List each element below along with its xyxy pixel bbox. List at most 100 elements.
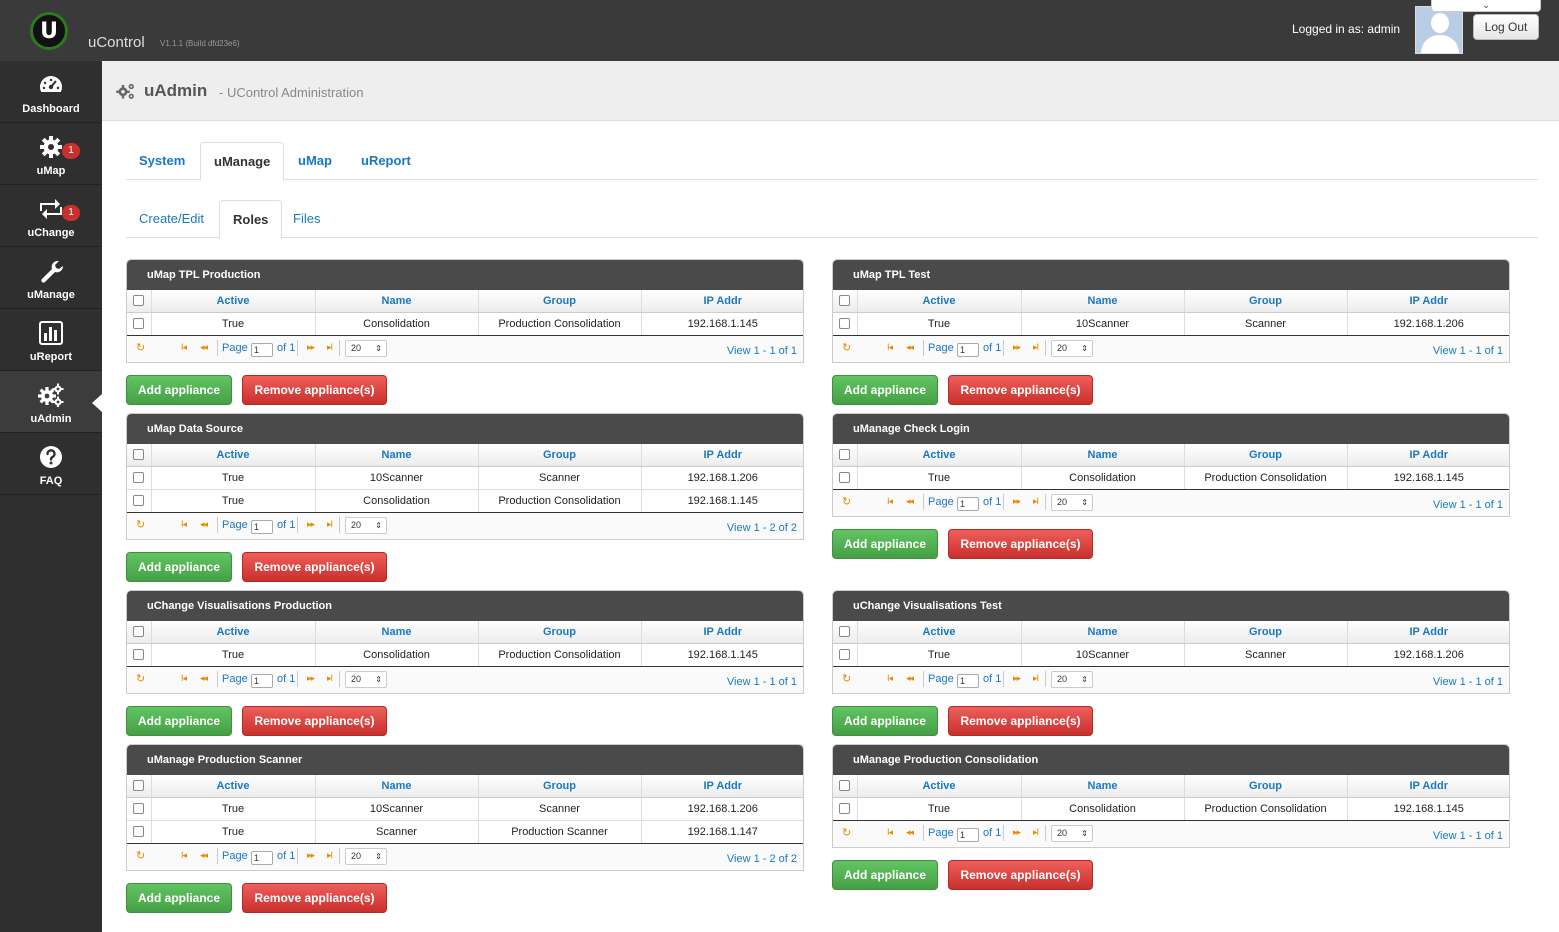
- table-row[interactable]: True Scanner Production Scanner 192.168.1.1…: [127, 820, 803, 844]
- add-appliance-button[interactable]: Add appliance: [126, 375, 232, 405]
- column-header[interactable]: IP Addr: [641, 444, 803, 467]
- remove-appliance-button[interactable]: Remove appliance(s): [242, 375, 387, 405]
- column-header[interactable]: IP Addr: [1347, 621, 1509, 644]
- refresh-icon[interactable]: ↻: [136, 518, 145, 531]
- table-row[interactable]: True 10Scanner Scanner 192.168.1.206: [833, 312, 1509, 336]
- tab-create-edit[interactable]: Create/Edit: [126, 200, 217, 238]
- user-avatar[interactable]: [1415, 6, 1463, 54]
- remove-appliance-button[interactable]: Remove appliance(s): [948, 529, 1093, 559]
- refresh-icon[interactable]: ↻: [136, 341, 145, 354]
- sidebar-item-uadmin[interactable]: uAdmin: [0, 371, 102, 433]
- table-row[interactable]: True Consolidation Production Consolidatio…: [833, 797, 1509, 821]
- add-appliance-button[interactable]: Add appliance: [832, 706, 938, 736]
- rows-per-page-select[interactable]: 20 ⇕: [345, 339, 387, 357]
- next-page-icon[interactable]: ▸▸: [1013, 673, 1021, 684]
- logout-button[interactable]: Log Out: [1473, 14, 1539, 40]
- column-header[interactable]: Name: [315, 290, 479, 313]
- first-page-icon[interactable]: I◂: [181, 519, 187, 530]
- column-header[interactable]: Active: [151, 444, 316, 467]
- prev-page-icon[interactable]: ◂◂: [906, 827, 914, 838]
- sidebar-item-ureport[interactable]: uReport: [0, 309, 102, 371]
- row-checkbox[interactable]: [839, 472, 851, 484]
- add-appliance-button[interactable]: Add appliance: [126, 883, 232, 913]
- prev-page-icon[interactable]: ◂◂: [906, 342, 914, 353]
- column-header[interactable]: Group: [1184, 290, 1348, 313]
- select-all-checkbox[interactable]: [839, 449, 851, 461]
- add-appliance-button[interactable]: Add appliance: [126, 706, 232, 736]
- rows-per-page-select[interactable]: 20 ⇕: [1051, 824, 1093, 842]
- select-all-checkbox[interactable]: [839, 295, 851, 307]
- rows-per-page-select[interactable]: 20 ⇕: [1051, 493, 1093, 511]
- last-page-icon[interactable]: ▸I: [1033, 827, 1039, 838]
- prev-page-icon[interactable]: ◂◂: [200, 342, 208, 353]
- tab-system[interactable]: System: [126, 142, 198, 180]
- column-header[interactable]: Name: [1021, 775, 1185, 798]
- table-row[interactable]: True 10Scanner Scanner 192.168.1.206: [127, 797, 803, 821]
- row-checkbox[interactable]: [133, 472, 145, 484]
- column-header[interactable]: IP Addr: [641, 621, 803, 644]
- column-header[interactable]: Group: [1184, 444, 1348, 467]
- first-page-icon[interactable]: I◂: [181, 673, 187, 684]
- column-header[interactable]: Group: [478, 621, 642, 644]
- next-page-icon[interactable]: ▸▸: [307, 850, 315, 861]
- rows-per-page-select[interactable]: 20 ⇕: [345, 847, 387, 865]
- select-all-checkbox[interactable]: [839, 780, 851, 792]
- page-input[interactable]: 1: [957, 342, 979, 357]
- column-header[interactable]: Active: [857, 775, 1022, 798]
- prev-page-icon[interactable]: ◂◂: [906, 673, 914, 684]
- add-appliance-button[interactable]: Add appliance: [126, 552, 232, 582]
- page-input[interactable]: 1: [251, 673, 273, 688]
- column-header[interactable]: IP Addr: [641, 775, 803, 798]
- column-header[interactable]: Group: [478, 775, 642, 798]
- row-checkbox[interactable]: [133, 803, 145, 815]
- tab-umanage[interactable]: uManage: [200, 142, 285, 181]
- remove-appliance-button[interactable]: Remove appliance(s): [948, 375, 1093, 405]
- select-all-checkbox[interactable]: [839, 626, 851, 638]
- column-header[interactable]: Name: [315, 621, 479, 644]
- ucontrol-logo[interactable]: U: [30, 12, 68, 50]
- next-page-icon[interactable]: ▸▸: [1013, 496, 1021, 507]
- last-page-icon[interactable]: ▸I: [327, 850, 333, 861]
- last-page-icon[interactable]: ▸I: [1033, 342, 1039, 353]
- sidebar-item-umanage[interactable]: uManage: [0, 247, 102, 309]
- last-page-icon[interactable]: ▸I: [1033, 496, 1039, 507]
- column-header[interactable]: Name: [315, 775, 479, 798]
- column-header[interactable]: IP Addr: [1347, 775, 1509, 798]
- column-header[interactable]: Active: [857, 290, 1022, 313]
- sidebar-item-uchange[interactable]: 1 uChange: [0, 185, 102, 247]
- page-input[interactable]: 1: [957, 673, 979, 688]
- tab-ureport[interactable]: uReport: [348, 142, 424, 180]
- first-page-icon[interactable]: I◂: [887, 827, 893, 838]
- page-input[interactable]: 1: [251, 342, 273, 357]
- column-header[interactable]: Active: [151, 621, 316, 644]
- rows-per-page-select[interactable]: 20 ⇕: [1051, 670, 1093, 688]
- last-page-icon[interactable]: ▸I: [1033, 673, 1039, 684]
- column-header[interactable]: Group: [1184, 775, 1348, 798]
- remove-appliance-button[interactable]: Remove appliance(s): [948, 860, 1093, 890]
- row-checkbox[interactable]: [133, 826, 145, 838]
- page-input[interactable]: 1: [957, 496, 979, 511]
- rows-per-page-select[interactable]: 20 ⇕: [345, 516, 387, 534]
- first-page-icon[interactable]: I◂: [887, 342, 893, 353]
- column-header[interactable]: Active: [857, 621, 1022, 644]
- add-appliance-button[interactable]: Add appliance: [832, 375, 938, 405]
- first-page-icon[interactable]: I◂: [887, 673, 893, 684]
- sidebar-item-umap[interactable]: 1 uMap: [0, 123, 102, 185]
- tab-files[interactable]: Files: [280, 200, 333, 238]
- sidebar-item-faq[interactable]: FAQ: [0, 433, 102, 495]
- first-page-icon[interactable]: I◂: [181, 850, 187, 861]
- column-header[interactable]: Name: [315, 444, 479, 467]
- refresh-icon[interactable]: ↻: [136, 849, 145, 862]
- next-page-icon[interactable]: ▸▸: [1013, 827, 1021, 838]
- column-header[interactable]: Name: [1021, 621, 1185, 644]
- refresh-icon[interactable]: ↻: [842, 495, 851, 508]
- prev-page-icon[interactable]: ◂◂: [906, 496, 914, 507]
- remove-appliance-button[interactable]: Remove appliance(s): [242, 883, 387, 913]
- prev-page-icon[interactable]: ◂◂: [200, 519, 208, 530]
- remove-appliance-button[interactable]: Remove appliance(s): [242, 552, 387, 582]
- column-header[interactable]: Group: [478, 290, 642, 313]
- next-page-icon[interactable]: ▸▸: [1013, 342, 1021, 353]
- first-page-icon[interactable]: I◂: [887, 496, 893, 507]
- refresh-icon[interactable]: ↻: [842, 341, 851, 354]
- table-row[interactable]: True 10Scanner Scanner 192.168.1.206: [127, 466, 803, 490]
